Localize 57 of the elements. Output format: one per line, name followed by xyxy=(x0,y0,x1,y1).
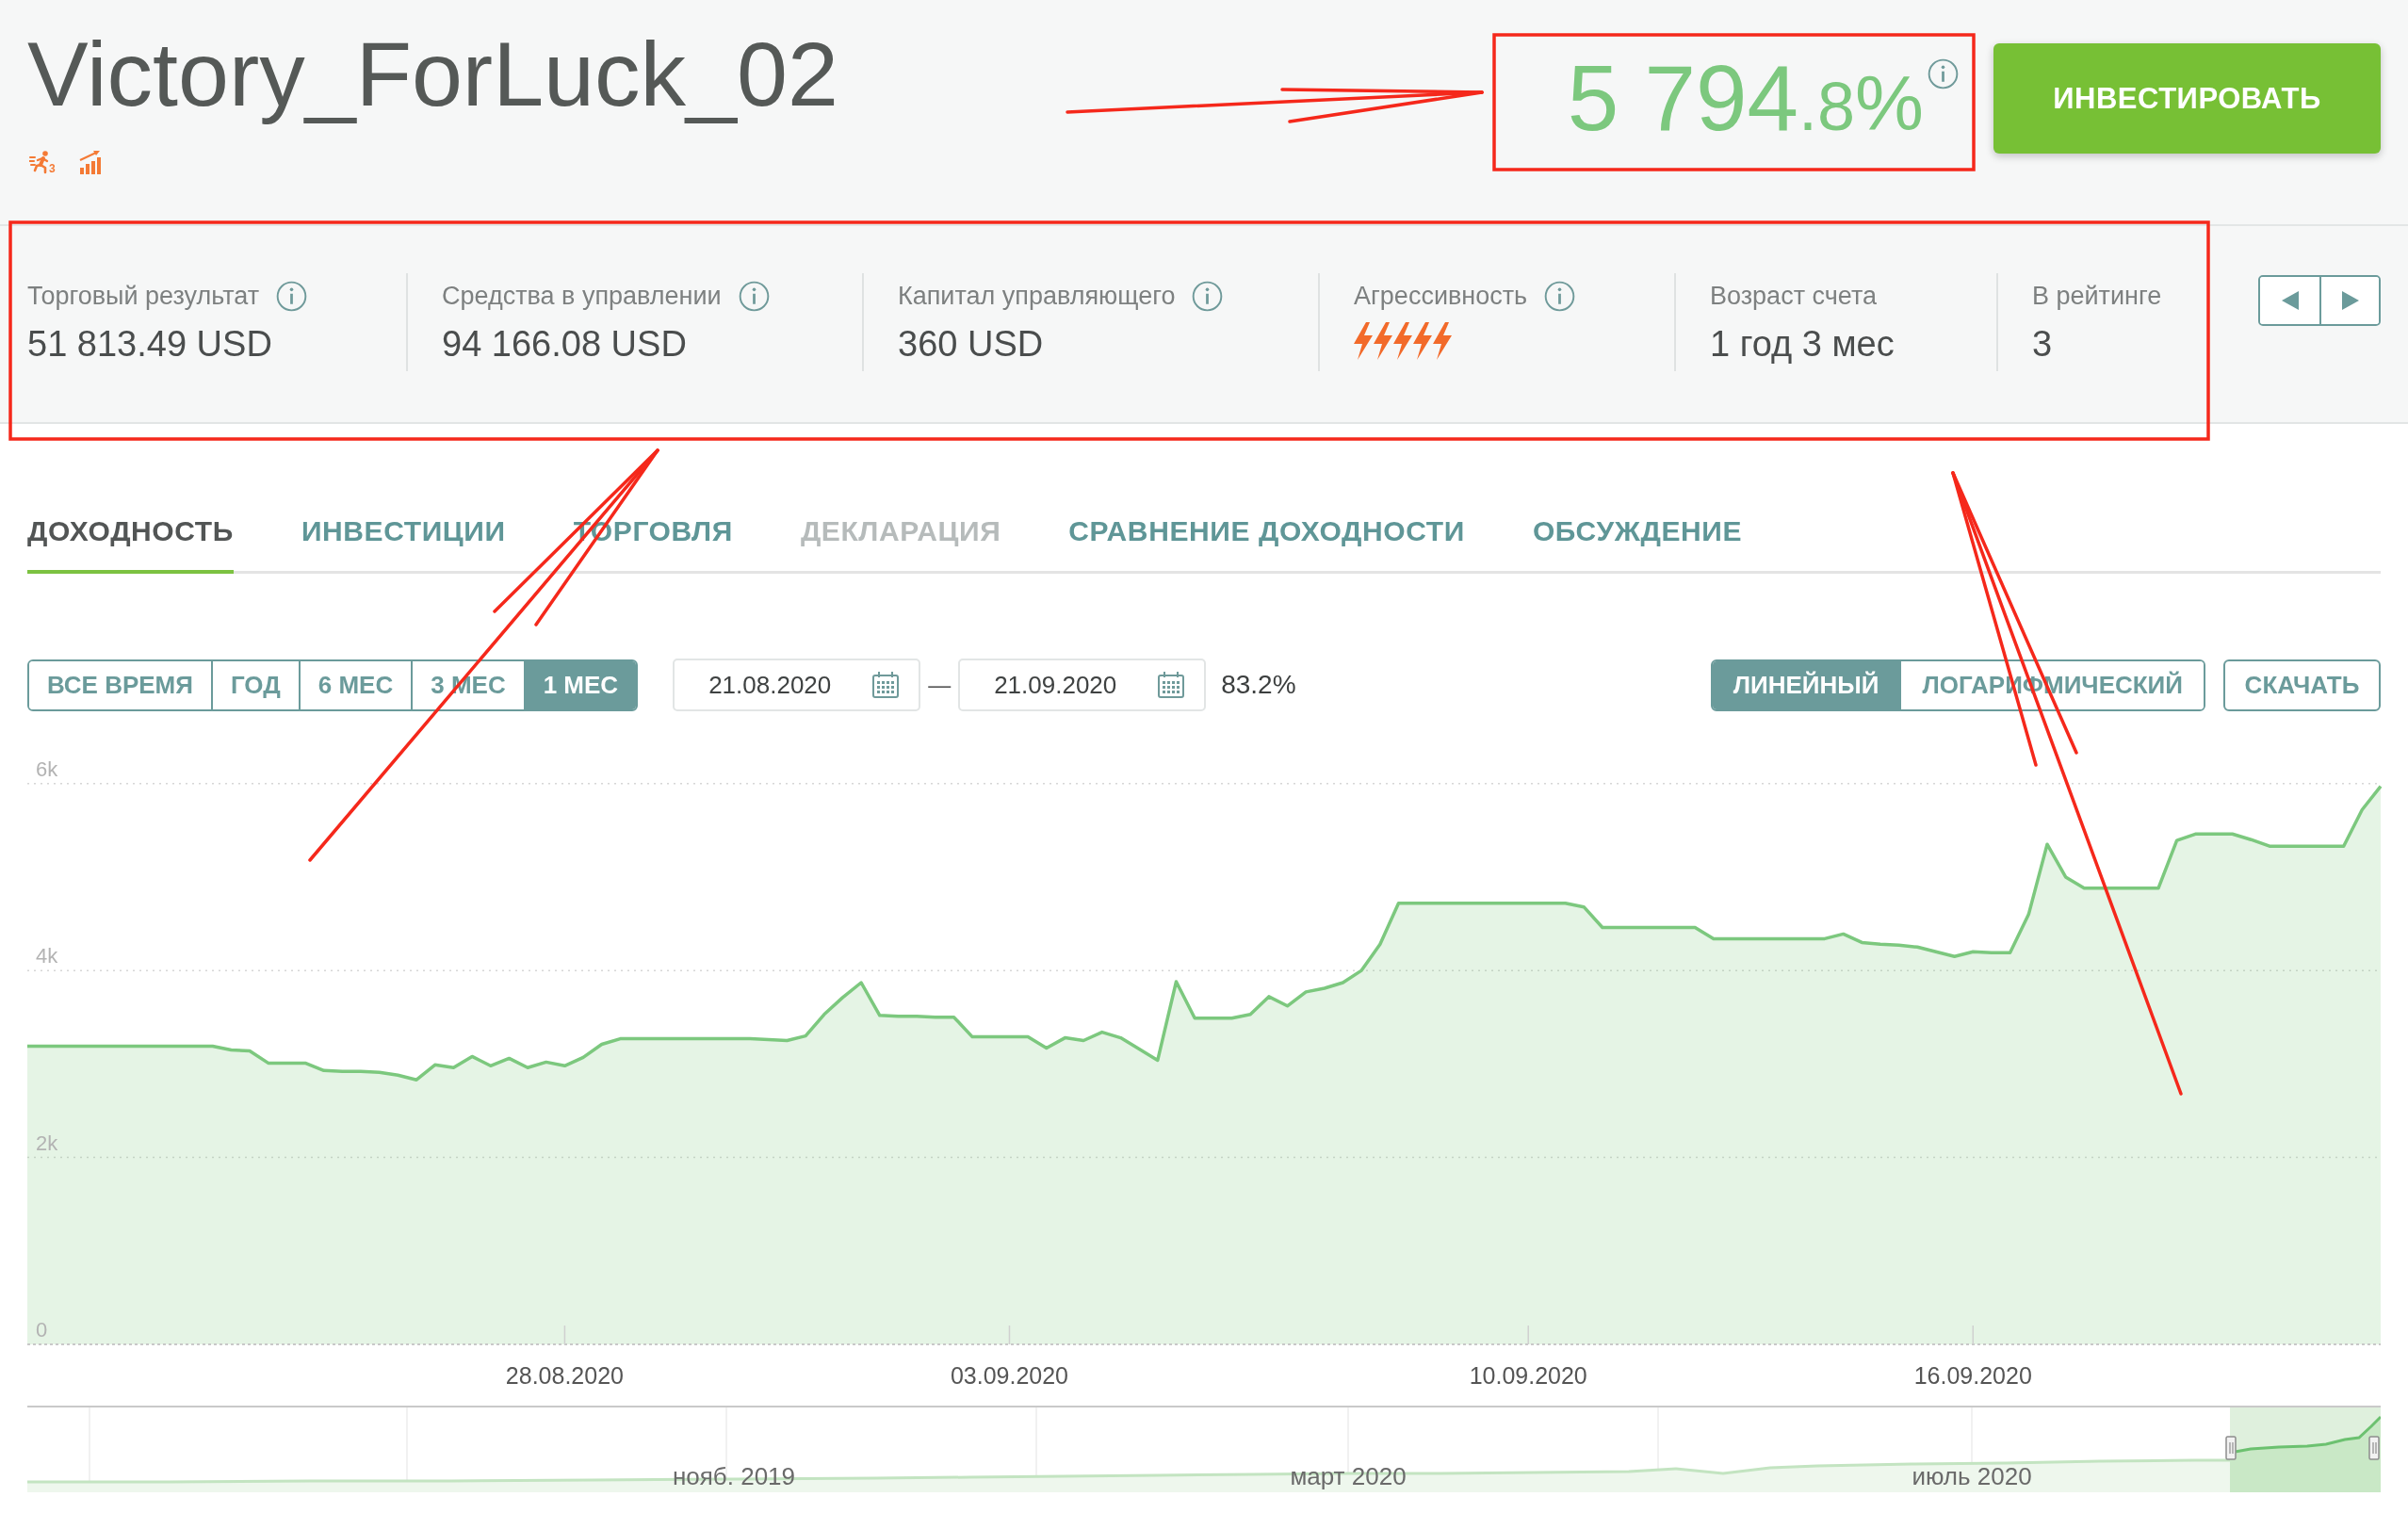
strategy-title: Victory_ForLuck_02 xyxy=(27,22,838,127)
calendar-icon xyxy=(871,671,901,699)
axis-label: 6k xyxy=(36,756,58,781)
range-handle[interactable] xyxy=(2368,1436,2380,1460)
scale-button[interactable]: ЛИНЕЙНЫЙ xyxy=(1712,660,1900,709)
stat-label: Агрессивность xyxy=(1354,281,1528,311)
previous-button[interactable] xyxy=(2260,277,2319,324)
invest-button[interactable]: ИНВЕСТИРОВАТЬ xyxy=(1993,43,2381,154)
stat-label: Капитал управляющего xyxy=(898,281,1176,311)
info-icon[interactable] xyxy=(1928,58,1959,89)
stat-value: 3 xyxy=(2032,323,2054,366)
next-button[interactable] xyxy=(2319,277,2379,324)
axis-label: 2k xyxy=(36,1131,58,1155)
calendar-icon xyxy=(1157,671,1186,699)
tab[interactable]: ОБСУЖДЕНИЕ xyxy=(1532,514,1743,574)
bar-chart-icon xyxy=(77,149,103,174)
axis-label: нояб. 2019 xyxy=(672,1462,796,1490)
tab[interactable]: ИНВЕСТИЦИИ xyxy=(301,514,506,574)
tab[interactable]: СРАВНЕНИЕ ДОХОДНОСТИ xyxy=(1068,514,1465,574)
stat-label: В рейтинге xyxy=(2032,281,2162,311)
date-field[interactable]: 21.08.2020 xyxy=(673,659,921,711)
axis-label: 4k xyxy=(36,944,58,968)
stat-label: Средства в управлении xyxy=(442,281,722,311)
date-field[interactable]: 21.09.2020 xyxy=(958,659,1207,711)
download-button[interactable]: СКАЧАТЬ xyxy=(2223,659,2381,711)
period-button[interactable]: 1 МЕС xyxy=(523,660,637,709)
axis-label: 10.09.2020 xyxy=(1469,1362,1587,1389)
lightning-icon xyxy=(1374,322,1392,360)
range-handle[interactable] xyxy=(2225,1436,2237,1460)
count-label: 3 xyxy=(49,162,56,174)
stat-label: Возраст счета xyxy=(1710,281,1877,311)
period-change: 83.2% xyxy=(1221,670,1296,700)
stat-label: Торговый результат xyxy=(27,281,259,311)
return-percentage: 5 794.8% xyxy=(1567,52,1924,144)
axis-label: 28.08.2020 xyxy=(505,1362,624,1389)
selected-range[interactable] xyxy=(2229,1407,2381,1492)
axis-label: 0 xyxy=(36,1318,48,1342)
axis-label: 03.09.2020 xyxy=(950,1362,1069,1389)
info-icon[interactable] xyxy=(738,280,770,312)
tab[interactable]: ДОХОДНОСТЬ xyxy=(27,514,234,574)
info-icon[interactable] xyxy=(276,280,307,312)
lightning-icon xyxy=(1354,322,1373,360)
lightning-icon xyxy=(1393,322,1412,360)
stat-value: 94 166.08 USD xyxy=(442,323,688,366)
lightning-icon xyxy=(1413,322,1432,360)
stat-value: 360 USD xyxy=(898,323,1045,366)
stat-value: 1 год 3 мес xyxy=(1710,323,1895,366)
axis-label: июль 2020 xyxy=(1912,1462,2032,1490)
axis-label: март 2020 xyxy=(1290,1462,1407,1490)
triangle-right-icon xyxy=(2341,291,2359,310)
info-icon[interactable] xyxy=(1192,280,1224,312)
triangle-left-icon xyxy=(2281,291,2299,310)
lightning-icon xyxy=(1433,322,1452,360)
axis-label: 16.09.2020 xyxy=(1913,1362,2032,1389)
stat-value: 51 813.49 USD xyxy=(27,323,273,366)
info-icon[interactable] xyxy=(1544,280,1576,312)
range-separator: — xyxy=(928,672,952,698)
